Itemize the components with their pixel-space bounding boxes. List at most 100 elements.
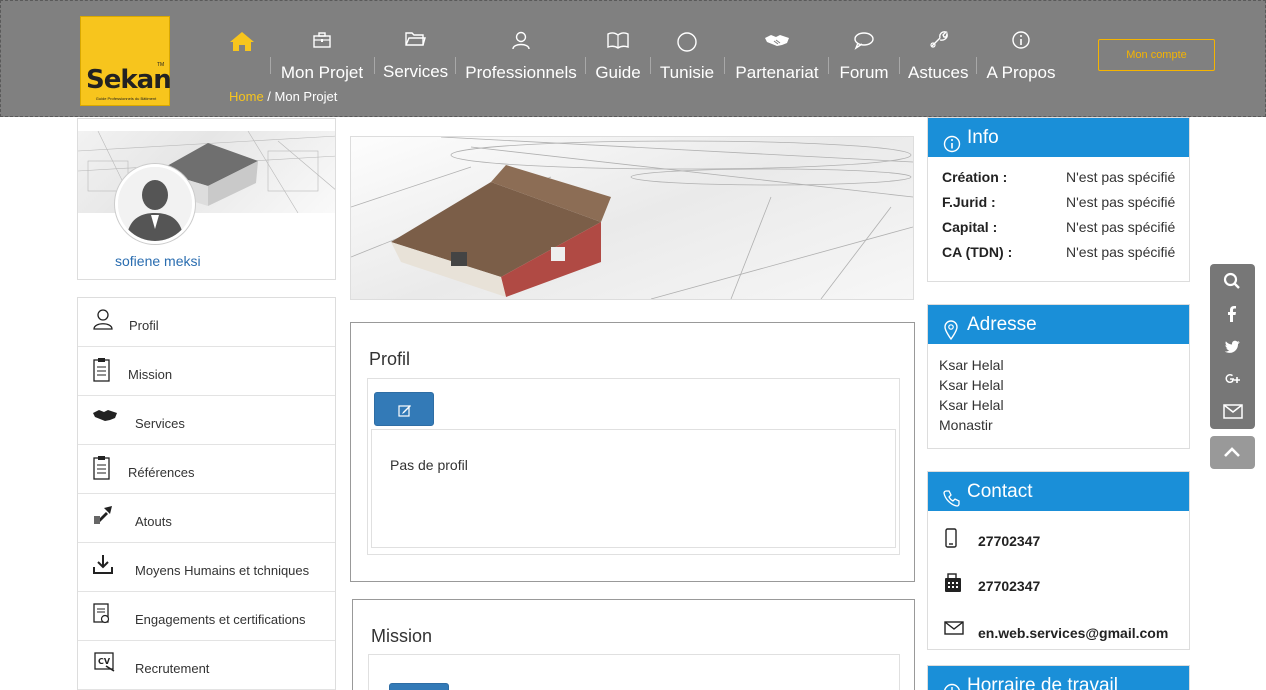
contact-mobile[interactable]: 27702347 xyxy=(978,533,1040,549)
nav-item-home[interactable] xyxy=(227,27,257,77)
side-menu-label: Atouts xyxy=(135,514,172,529)
account-button[interactable]: Mon compte xyxy=(1098,39,1215,71)
nav-separator xyxy=(828,57,829,74)
avatar[interactable] xyxy=(115,164,195,244)
profil-text: Pas de profil xyxy=(390,457,468,473)
twitter-share-button[interactable] xyxy=(1210,330,1255,363)
nav-separator xyxy=(976,57,977,74)
chat-icon xyxy=(837,30,891,52)
nav-item-services[interactable]: Services xyxy=(383,26,448,81)
side-menu-item-moyens[interactable]: Moyens Humains et tchniques xyxy=(78,543,335,592)
profil-content: Pas de profil xyxy=(371,429,896,548)
email-share-button[interactable] xyxy=(1210,396,1255,429)
contact-card: Contact 27702347 27702347 en.web.service… xyxy=(927,471,1190,650)
book-icon xyxy=(594,30,642,52)
nav-item-astuces[interactable]: Astuces xyxy=(908,27,968,82)
contact-card-header: Contact xyxy=(928,472,1189,511)
side-menu: Profil Mission Services Références Atout… xyxy=(77,297,336,690)
info-value: N'est pas spécifié xyxy=(1066,169,1176,185)
side-menu-item-engagements[interactable]: Engagements et certifications xyxy=(78,592,335,641)
address-card: Adresse Ksar Helal Ksar Helal Ksar Helal… xyxy=(927,304,1190,449)
home-icon xyxy=(227,30,257,52)
nav-item-guide[interactable]: Guide xyxy=(594,27,642,82)
info-icon xyxy=(943,128,961,167)
nav-separator xyxy=(650,57,651,74)
breadcrumb-separator: / xyxy=(263,89,275,104)
nav-item-forum[interactable]: Forum xyxy=(837,27,891,82)
info-key: CA (TDN) : xyxy=(942,244,1013,260)
nav-label: Services xyxy=(383,62,449,81)
side-menu-label: Mission xyxy=(128,367,173,382)
info-value: N'est pas spécifié xyxy=(1066,219,1176,235)
project-banner-image xyxy=(350,136,914,300)
clock-icon xyxy=(943,676,961,690)
facebook-share-button[interactable] xyxy=(1210,297,1255,330)
nav-separator xyxy=(374,57,375,74)
nav-item-professionnels[interactable]: Professionnels xyxy=(465,27,577,82)
hours-card-title: Horraire de travail xyxy=(967,675,1118,690)
certificate-icon xyxy=(92,602,114,626)
download-icon xyxy=(92,553,114,577)
info-card: Info Création : N'est pas spécifié F.Jur… xyxy=(927,117,1190,282)
edit-icon xyxy=(398,405,411,417)
briefcase-icon xyxy=(279,30,365,52)
nav-item-mon-projet[interactable]: Mon Projet xyxy=(279,27,365,82)
side-menu-label: Profil xyxy=(129,318,159,333)
map-marker-icon xyxy=(943,315,959,354)
info-icon xyxy=(986,30,1056,52)
nav-label: Mon Projet xyxy=(280,63,364,82)
side-menu-item-mission[interactable]: Mission xyxy=(78,347,335,396)
nav-separator xyxy=(585,57,586,74)
clipboard-icon xyxy=(92,455,114,480)
side-menu-label: Références xyxy=(128,465,195,480)
breadcrumb-home-link[interactable]: Home xyxy=(229,89,264,104)
hours-card-header: Horraire de travail xyxy=(928,666,1189,690)
section-title: Profil xyxy=(369,349,411,369)
nav-label: Guide xyxy=(595,63,641,82)
search-icon xyxy=(1223,272,1240,289)
breadcrumb-current: Mon Projet xyxy=(274,89,338,104)
search-button[interactable] xyxy=(1210,264,1255,297)
scroll-top-button[interactable] xyxy=(1210,436,1255,469)
mission-section: Mission xyxy=(352,599,915,690)
svg-text:CV: CV xyxy=(98,657,111,666)
nav-separator xyxy=(724,57,725,74)
side-menu-item-recrutement[interactable]: CV Recrutement xyxy=(78,641,335,690)
crescent-icon xyxy=(659,30,715,52)
nav-item-partenariat[interactable]: Partenariat xyxy=(733,27,821,82)
edit-mission-button[interactable] xyxy=(389,683,449,690)
info-key: Capital : xyxy=(942,219,998,235)
folder-icon xyxy=(383,29,447,51)
logo-text: Sekan xyxy=(86,65,172,95)
phone-icon xyxy=(943,482,961,521)
side-menu-label: Recrutement xyxy=(135,661,210,676)
mission-inner-panel xyxy=(368,654,900,690)
nav-separator xyxy=(270,57,271,74)
nav-separator xyxy=(899,57,900,74)
fax-icon xyxy=(944,573,962,598)
nav-label: Astuces xyxy=(908,63,969,82)
handshake-icon xyxy=(733,30,821,52)
edit-profil-button[interactable] xyxy=(374,392,434,426)
google-plus-icon xyxy=(1225,374,1240,383)
side-menu-label: Moyens Humains et tchniques xyxy=(135,563,310,578)
address-line: Ksar Helal xyxy=(939,397,1004,413)
info-card-header: Info xyxy=(928,118,1189,157)
tools-icon xyxy=(908,30,968,52)
side-menu-item-profil[interactable]: Profil xyxy=(78,298,335,347)
profile-name-link[interactable]: sofiene meksi xyxy=(115,253,201,269)
contact-email[interactable]: en.web.services@gmail.com xyxy=(978,625,1168,641)
side-menu-item-references[interactable]: Références xyxy=(78,445,335,494)
nav-item-tunisie[interactable]: Tunisie xyxy=(659,27,715,82)
address-card-header: Adresse xyxy=(928,305,1189,344)
google-plus-share-button[interactable] xyxy=(1210,363,1255,396)
side-menu-item-services[interactable]: Services xyxy=(78,396,335,445)
profil-inner-panel: Pas de profil xyxy=(367,378,900,555)
site-logo[interactable]: Sekan TM Guide Professionnels du Bâtimen… xyxy=(80,16,172,106)
info-key: Création : xyxy=(942,169,1008,185)
nav-item-a-propos[interactable]: A Propos xyxy=(986,27,1056,82)
clipboard-icon xyxy=(92,357,114,382)
handshake-icon xyxy=(92,406,117,430)
side-menu-item-atouts[interactable]: Atouts xyxy=(78,494,335,543)
envelope-icon xyxy=(944,620,964,641)
